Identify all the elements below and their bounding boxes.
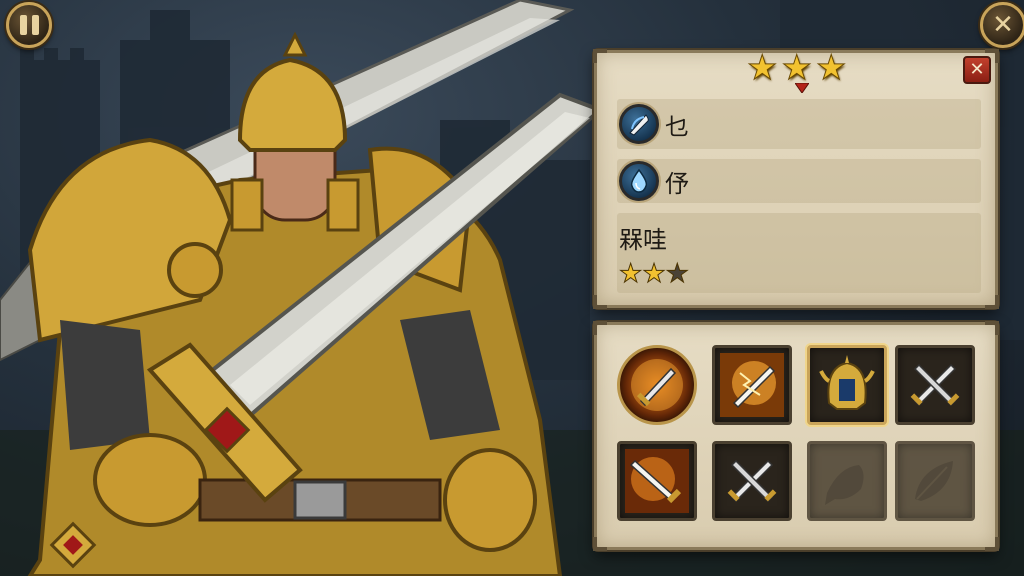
- skill-slot-5[interactable]: [617, 441, 697, 521]
- ability-label: 槑哇: [619, 225, 667, 254]
- ability-row: 槑哇 ★ ★ ★: [617, 213, 981, 293]
- panel-corner: [593, 321, 607, 335]
- hero-info-panel: ★ ★ ★ ✕ 乜 伃 槑哇 ★ ★ ★: [593, 48, 999, 309]
- rating-star-empty-icon: ★: [665, 258, 689, 289]
- stat-row-mana: 伃: [617, 159, 981, 203]
- rank-star-icon: ★: [746, 48, 778, 88]
- panel-close-button[interactable]: ✕: [963, 56, 991, 84]
- rating-star-filled-icon: ★: [642, 258, 666, 289]
- skill-slot-6[interactable]: [712, 441, 792, 521]
- skill-slot-2[interactable]: [712, 345, 792, 425]
- stat-label: 伃: [665, 169, 689, 198]
- stat-label: 乜: [665, 112, 689, 141]
- skill-slot-3[interactable]: [807, 345, 887, 425]
- skill-panel: [593, 321, 999, 551]
- blade-icon: [619, 104, 659, 144]
- pause-button[interactable]: [6, 2, 52, 48]
- skill-slot-4[interactable]: [895, 345, 975, 425]
- panel-corner: [985, 321, 999, 335]
- water-drop-icon: [619, 161, 659, 201]
- panel-corner: [593, 49, 607, 63]
- skill-slot-1[interactable]: [617, 345, 697, 425]
- panel-corner: [593, 537, 607, 551]
- panel-corner: [985, 537, 999, 551]
- rank-star-icon: ★: [781, 48, 813, 88]
- fish-silhouette-icon: [825, 465, 864, 505]
- pause-icon: [19, 15, 39, 35]
- red-gem-icon: [795, 83, 809, 93]
- crossed-swords-icon: [910, 363, 960, 407]
- leaf-silhouette-icon: [915, 461, 953, 501]
- panel-corner: [593, 295, 607, 309]
- close-icon: ✕: [969, 59, 985, 80]
- crossed-swords-icon: [727, 459, 777, 503]
- close-icon: ✕: [992, 10, 1014, 40]
- lightning-blade-icon: [720, 353, 784, 417]
- panel-corner: [985, 295, 999, 309]
- flaming-sword-icon: [631, 359, 683, 411]
- golden-helmet-icon: [819, 355, 875, 410]
- rating-star-filled-icon: ★: [618, 258, 643, 289]
- rank-star-icon: ★: [815, 48, 847, 88]
- ability-rating: ★ ★ ★: [618, 258, 689, 289]
- rank-stars: ★ ★ ★: [746, 48, 847, 88]
- fire-sword-icon: [625, 449, 689, 513]
- close-button[interactable]: ✕: [980, 2, 1024, 48]
- stat-row-attack: 乜: [617, 99, 981, 149]
- skill-slot-7[interactable]: [807, 441, 887, 521]
- skill-slot-8[interactable]: [895, 441, 975, 521]
